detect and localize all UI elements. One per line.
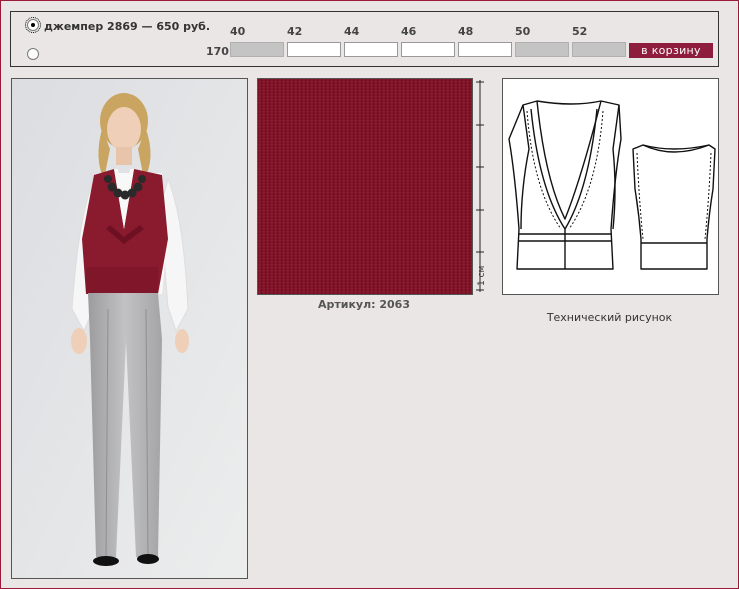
model-photo	[11, 78, 248, 579]
product-radio-2[interactable]	[27, 48, 39, 60]
tech-drawing-caption: Технический рисунок	[546, 311, 673, 324]
size-box-42[interactable]	[287, 42, 341, 57]
size-box-46[interactable]	[401, 42, 455, 57]
size-header-44: 44	[344, 25, 360, 38]
size-header-50: 50	[515, 25, 531, 38]
fabric-swatch	[257, 78, 473, 295]
size-box-44[interactable]	[344, 42, 398, 57]
size-header-46: 46	[401, 25, 417, 38]
technical-drawing	[502, 78, 719, 295]
size-box-40	[230, 42, 284, 57]
size-header-48: 48	[458, 25, 474, 38]
vest-sketch	[508, 100, 716, 270]
article-number: Артикул: 2063	[317, 298, 410, 311]
product-label: джемпер 2869 — 650 руб.	[44, 20, 211, 33]
height-label: 170	[206, 45, 229, 58]
size-box-48[interactable]	[458, 42, 512, 57]
size-box-52	[572, 42, 626, 57]
add-to-cart-button[interactable]: в корзину	[629, 43, 713, 58]
size-box-50	[515, 42, 569, 57]
size-selector-panel: джемпер 2869 — 650 руб. 40 42 44 46 48 5…	[10, 11, 719, 67]
model-illustration	[12, 79, 247, 578]
size-header-42: 42	[287, 25, 303, 38]
ruler-label: 1 см	[477, 265, 487, 286]
size-header-52: 52	[572, 25, 588, 38]
size-header-40: 40	[230, 25, 246, 38]
product-radio-selected[interactable]	[25, 17, 41, 33]
ruler	[476, 80, 484, 292]
